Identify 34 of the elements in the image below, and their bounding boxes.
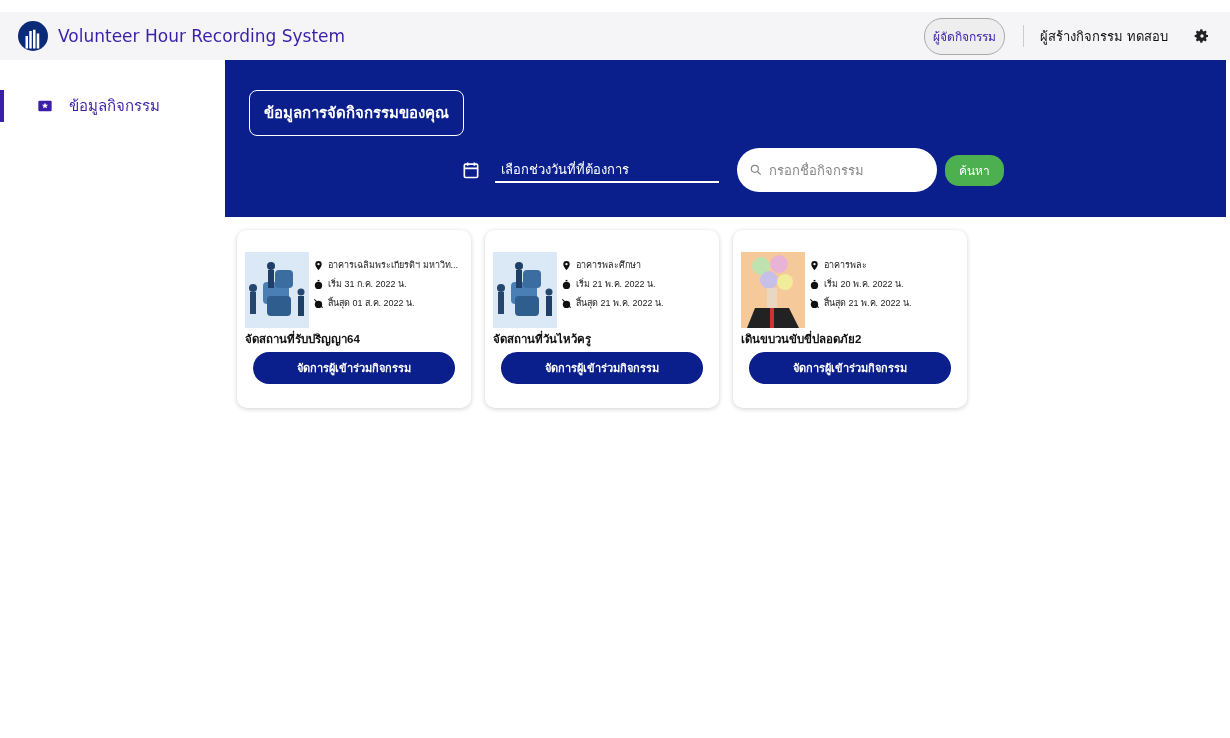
manage-participants-button[interactable]: จัดการผู้เข้าร่วมกิจกรรม — [253, 352, 455, 384]
map-pin-icon — [313, 259, 324, 271]
end-date: สิ้นสุด 01 ส.ค. 2022 น. — [328, 296, 415, 310]
timer-off-icon — [313, 297, 324, 309]
end-date: สิ้นสุด 21 พ.ค. 2022 น. — [824, 296, 912, 310]
start-date: เริ่ม 20 พ.ค. 2022 น. — [824, 277, 904, 291]
app-title: Volunteer Hour Recording System — [58, 26, 347, 46]
location-text: อาคารพละศึกษา — [576, 259, 641, 272]
calendar-icon — [461, 160, 481, 180]
end-date: สิ้นสุด 21 พ.ค. 2022 น. — [576, 296, 664, 310]
activity-name: จัดสถานที่รับปริญญา64 — [245, 330, 463, 348]
ticket-icon — [37, 98, 53, 114]
settings-icon[interactable] — [1194, 28, 1210, 44]
date-range-field[interactable]: เลือกช่วงวันที่ที่ต้องการ — [495, 157, 719, 183]
logo-icon — [18, 21, 48, 51]
stopwatch-icon — [561, 278, 572, 290]
role-button[interactable]: ผู้จัดกิจกรรม — [923, 17, 1005, 55]
location-text: อาคารเฉลิมพระเกียรติฯ มหาวิท... — [328, 259, 458, 272]
start-date: เริ่ม 21 พ.ค. 2022 น. — [576, 277, 656, 291]
stopwatch-icon — [809, 278, 820, 290]
stopwatch-icon — [313, 278, 324, 290]
section-heading: ข้อมูลการจัดกิจกรรมของคุณ — [249, 90, 464, 136]
map-pin-icon — [809, 259, 820, 271]
manage-participants-button[interactable]: จัดการผู้เข้าร่วมกิจกรรม — [749, 352, 951, 384]
search-field[interactable]: กรอกชื่อกิจกรรม — [737, 148, 937, 192]
activity-name: เดินขบวนขับขี่ปลอดภัย2 — [741, 330, 959, 348]
map-pin-icon — [561, 259, 572, 271]
timer-off-icon — [561, 297, 572, 309]
user-name: ผู้สร้างกิจกรรม ทดสอบ — [1039, 27, 1168, 47]
timer-off-icon — [809, 297, 820, 309]
location-text: อาคารพละ — [824, 259, 867, 272]
manage-participants-button[interactable]: จัดการผู้เข้าร่วมกิจกรรม — [501, 352, 703, 384]
activity-name: จัดสถานที่วันไหว้ครู — [493, 330, 711, 348]
start-date: เริ่ม 31 ก.ค. 2022 น. — [328, 277, 407, 291]
